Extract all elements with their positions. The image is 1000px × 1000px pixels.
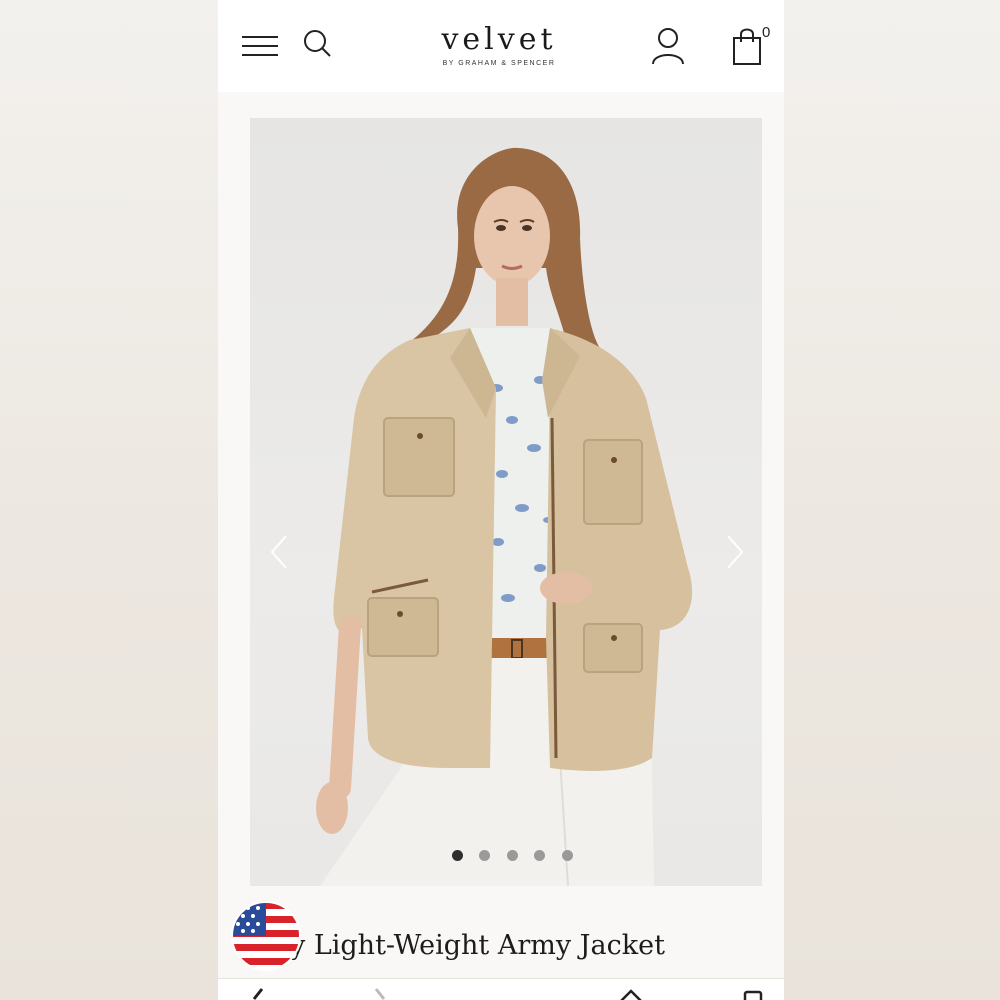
user-account-icon[interactable] <box>650 26 686 66</box>
product-photo <box>316 147 693 886</box>
backdrop-left <box>0 0 218 1000</box>
home-icon[interactable] <box>618 987 644 1000</box>
brand-logo[interactable]: velvet BY GRAHAM & SPENCER <box>414 22 584 67</box>
chevron-right-icon[interactable] <box>720 532 750 572</box>
us-flag-icon <box>231 901 301 971</box>
forward-icon[interactable] <box>368 987 394 1000</box>
cart-count-badge: 0 <box>762 24 771 41</box>
browser-bottom-bar <box>218 978 784 1000</box>
gallery-pagination <box>452 848 585 861</box>
product-image-gallery[interactable] <box>250 118 762 886</box>
gallery-dot[interactable] <box>534 850 546 861</box>
cart-button[interactable]: 0 <box>730 24 774 68</box>
chevron-left-icon[interactable] <box>264 532 294 572</box>
gallery-dot[interactable] <box>506 850 518 861</box>
logo-tagline: BY GRAHAM & SPENCER <box>442 60 556 67</box>
product-title-row: y Light-Weight Army Jacket <box>218 900 784 976</box>
mobile-page: velvet BY GRAHAM & SPENCER 0 y Light-Wei… <box>218 0 784 1000</box>
product-title: y Light-Weight Army Jacket <box>290 930 665 961</box>
gallery-dot[interactable] <box>561 850 573 861</box>
logo-wordmark: velvet <box>441 22 557 57</box>
hamburger-menu-icon[interactable] <box>242 34 278 58</box>
site-header: velvet BY GRAHAM & SPENCER 0 <box>218 0 784 92</box>
shopping-bag-icon <box>733 28 761 65</box>
gallery-dot[interactable] <box>479 850 491 861</box>
gallery-dot[interactable] <box>452 850 463 861</box>
back-icon[interactable] <box>248 987 274 1000</box>
tabs-icon[interactable] <box>740 987 766 1000</box>
backdrop-right <box>784 0 1000 1000</box>
search-icon[interactable] <box>302 28 332 58</box>
